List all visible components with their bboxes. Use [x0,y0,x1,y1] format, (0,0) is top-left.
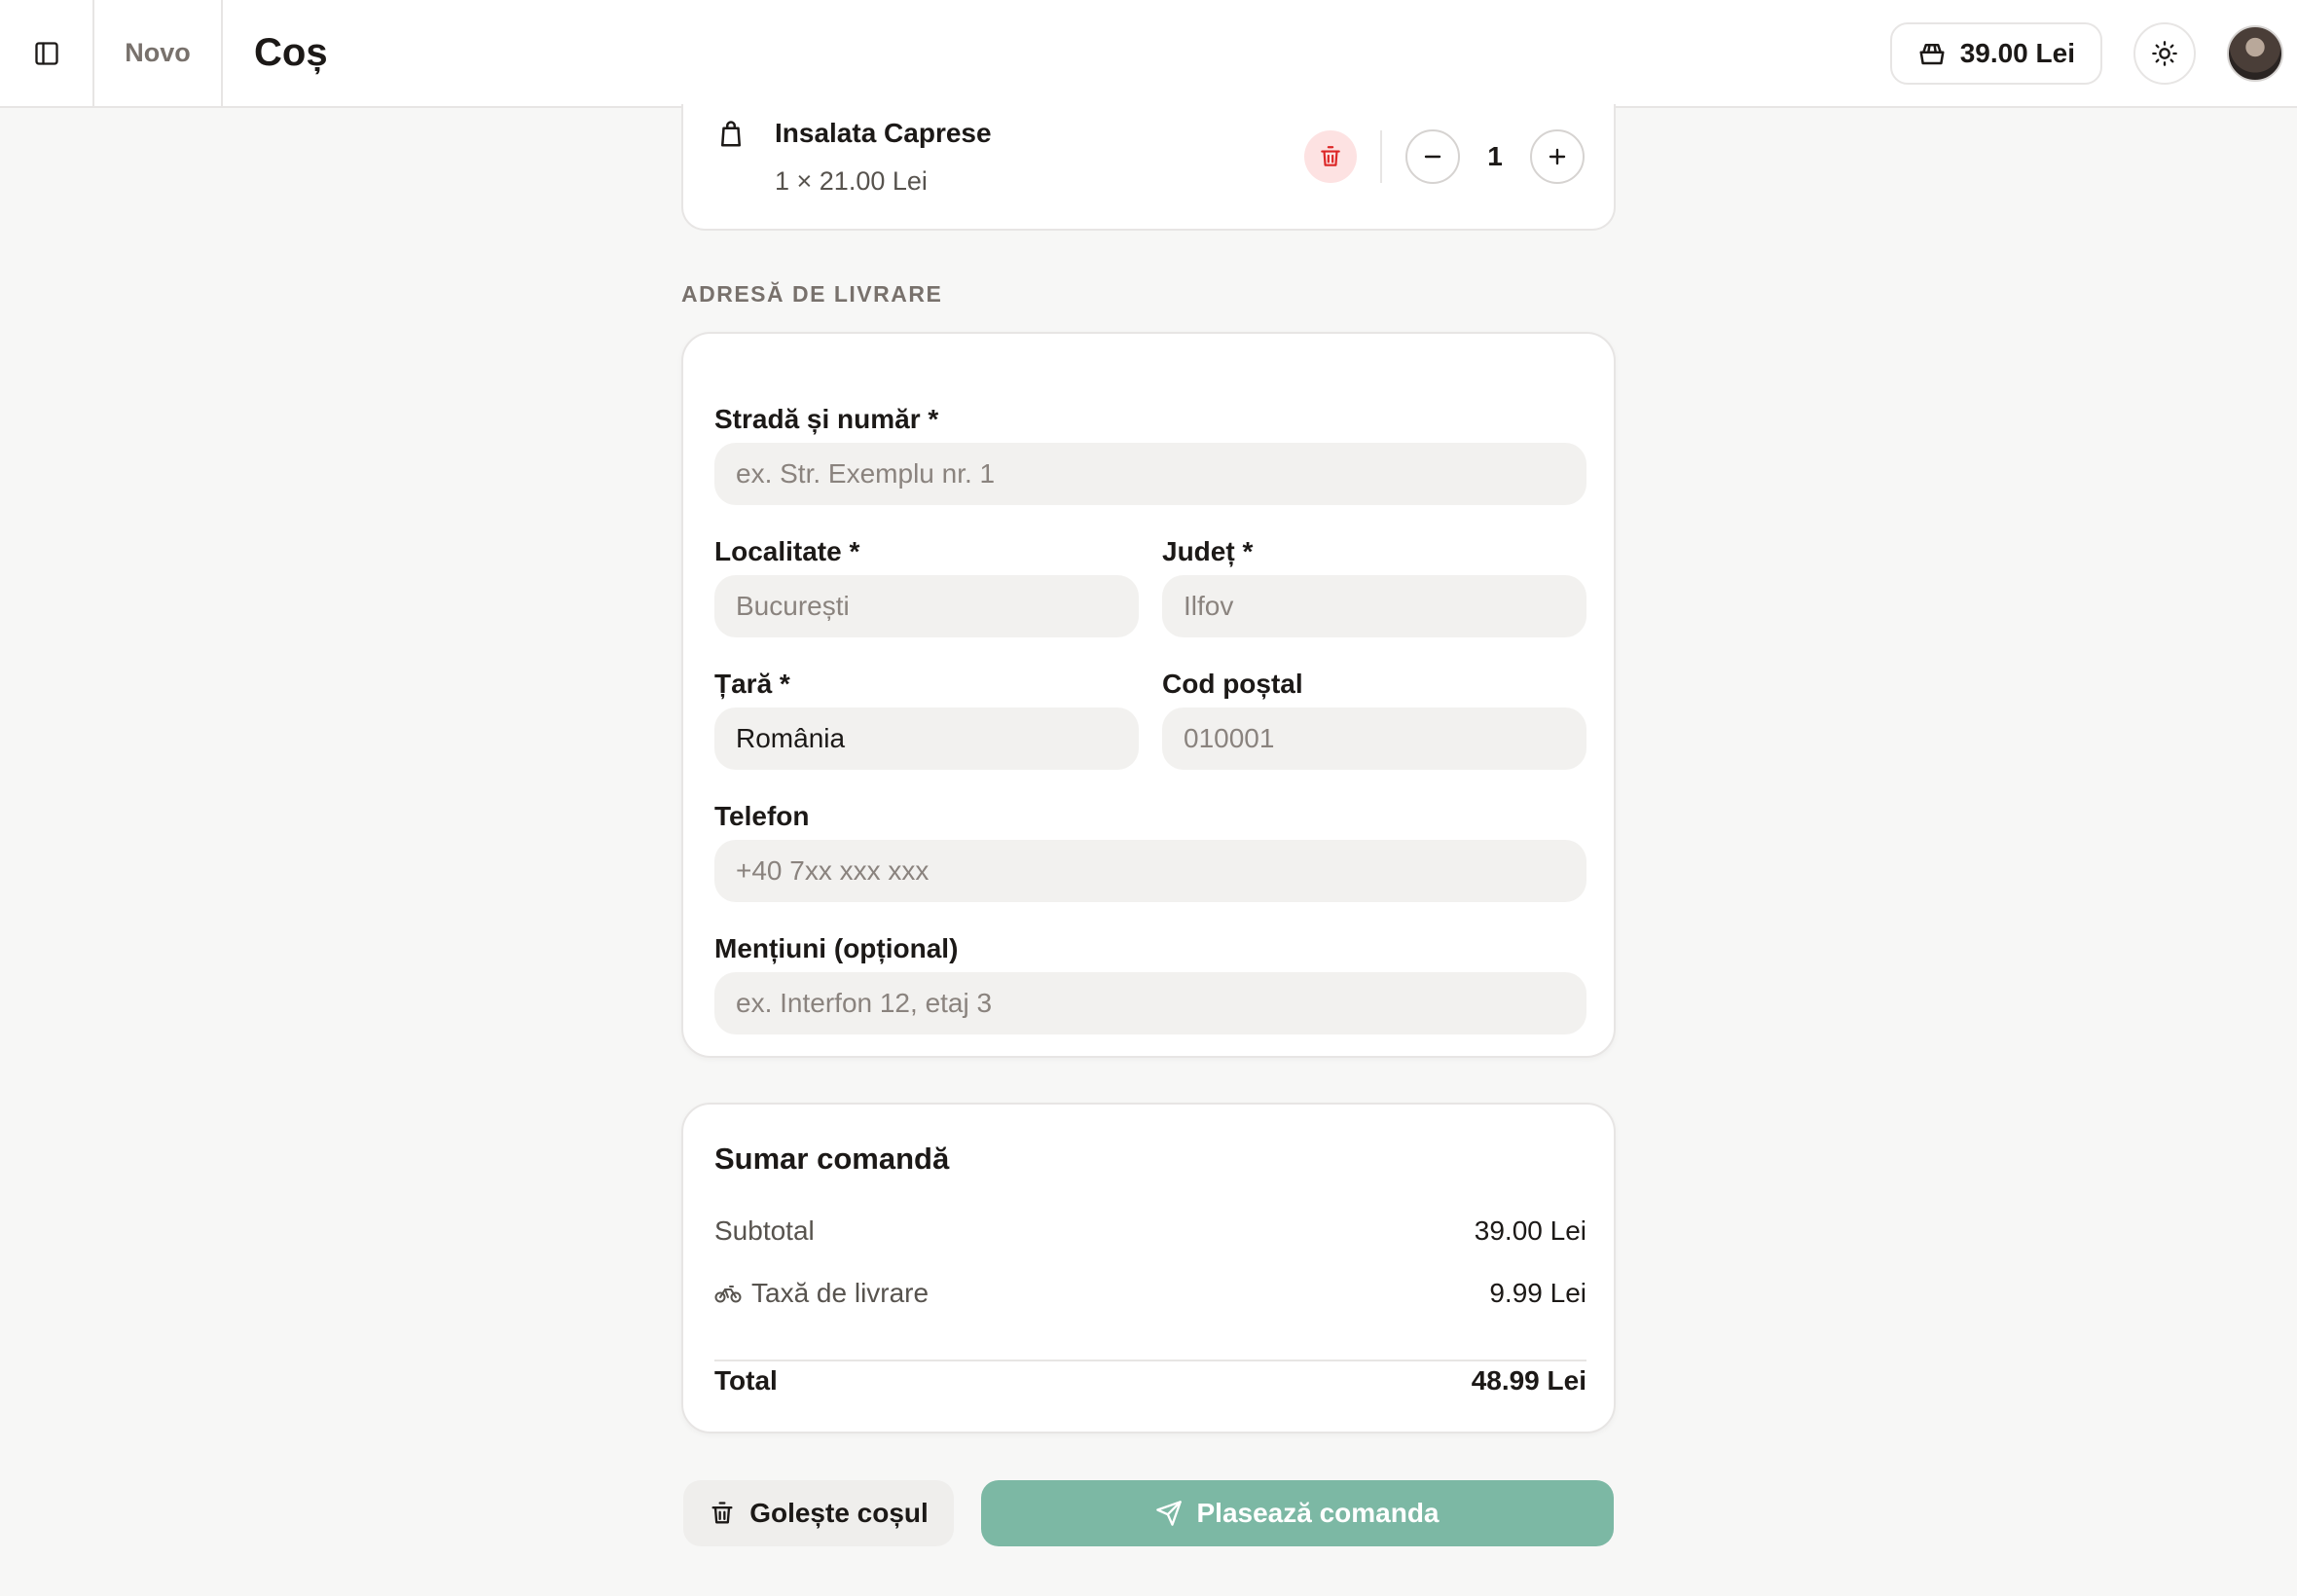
notes-label: Mențiuni (opțional) [714,933,959,963]
brand-link[interactable]: Novo [94,0,223,106]
order-summary-card: Sumar comandă Subtotal 39.00 Lei Taxă de… [681,1103,1616,1433]
sidebar-toggle-icon [34,41,58,65]
clear-cart-button[interactable]: Golește coșul [683,1480,954,1546]
header-actions: 39.00 Lei [1889,0,2297,106]
minus-icon [1424,155,1441,159]
clear-cart-label: Golește coșul [749,1498,929,1528]
top-bar: Novo Coș 39.00 Lei [0,0,2297,108]
theme-toggle-button[interactable] [2133,21,2196,85]
trash-icon [1321,146,1340,166]
total-value: 48.99 Lei [1471,1365,1586,1396]
subtotal-value: 39.00 Lei [1474,1215,1586,1246]
trash-icon [711,1502,733,1524]
total-row: Total 48.99 Lei [714,1365,1586,1396]
delivery-fee-row: Taxă de livrare 9.99 Lei [714,1278,1586,1309]
remove-item-button[interactable] [1304,130,1357,183]
increase-quantity-button[interactable] [1530,129,1585,184]
delivery-fee-value: 9.99 Lei [1489,1278,1586,1308]
send-icon [1156,1501,1183,1526]
summary-divider [714,1360,1586,1361]
city-label: Localitate * [714,536,860,566]
delivery-fee-label: Taxă de livrare [751,1278,930,1308]
user-avatar[interactable] [2227,24,2283,82]
cart-item-price: 1 × 21.00 Lei [775,166,928,196]
controls-divider [1380,130,1382,183]
cart-icon [1919,43,1945,64]
delivery-fee-label-wrap: Taxă de livrare [714,1278,929,1309]
county-input[interactable] [1162,575,1586,637]
postal-code-input[interactable] [1162,707,1586,770]
bike-icon [714,1286,742,1303]
cart-item-controls: 1 [1304,129,1585,184]
postal-code-label: Cod poștal [1162,669,1303,699]
order-summary-title: Sumar comandă [714,1142,950,1176]
page-title: Coș [254,31,328,74]
street-input[interactable] [714,443,1586,505]
cart-item-name: Insalata Caprese [775,118,992,148]
place-order-button[interactable]: Plasează comanda [981,1480,1614,1546]
sidebar-toggle-button[interactable] [0,0,94,106]
subtotal-row: Subtotal 39.00 Lei [714,1215,1586,1247]
country-label: Țară * [714,669,790,699]
shopping-bag-icon [721,121,741,147]
quantity-value: 1 [1487,141,1503,171]
place-order-label: Plasează comanda [1196,1498,1440,1528]
cart-item-card: Insalata Caprese 1 × 21.00 Lei 1 [681,104,1616,231]
notes-input[interactable] [714,972,1586,1034]
sun-icon [2152,40,2177,66]
cart-total-value: 39.00 Lei [1959,37,2075,68]
phone-label: Telefon [714,801,810,831]
decrease-quantity-button[interactable] [1405,129,1460,184]
country-input[interactable] [714,707,1139,770]
cart-total-button[interactable]: 39.00 Lei [1889,21,2102,85]
subtotal-label: Subtotal [714,1215,815,1246]
total-label: Total [714,1365,778,1396]
delivery-address-form: Stradă și număr * Localitate * Județ * Ț… [681,332,1616,1058]
plus-icon [1549,148,1566,165]
phone-input[interactable] [714,840,1586,902]
street-label: Stradă și număr * [714,404,939,434]
delivery-address-heading: Adresă de livrare [681,281,943,307]
county-label: Județ * [1162,536,1254,566]
city-input[interactable] [714,575,1139,637]
